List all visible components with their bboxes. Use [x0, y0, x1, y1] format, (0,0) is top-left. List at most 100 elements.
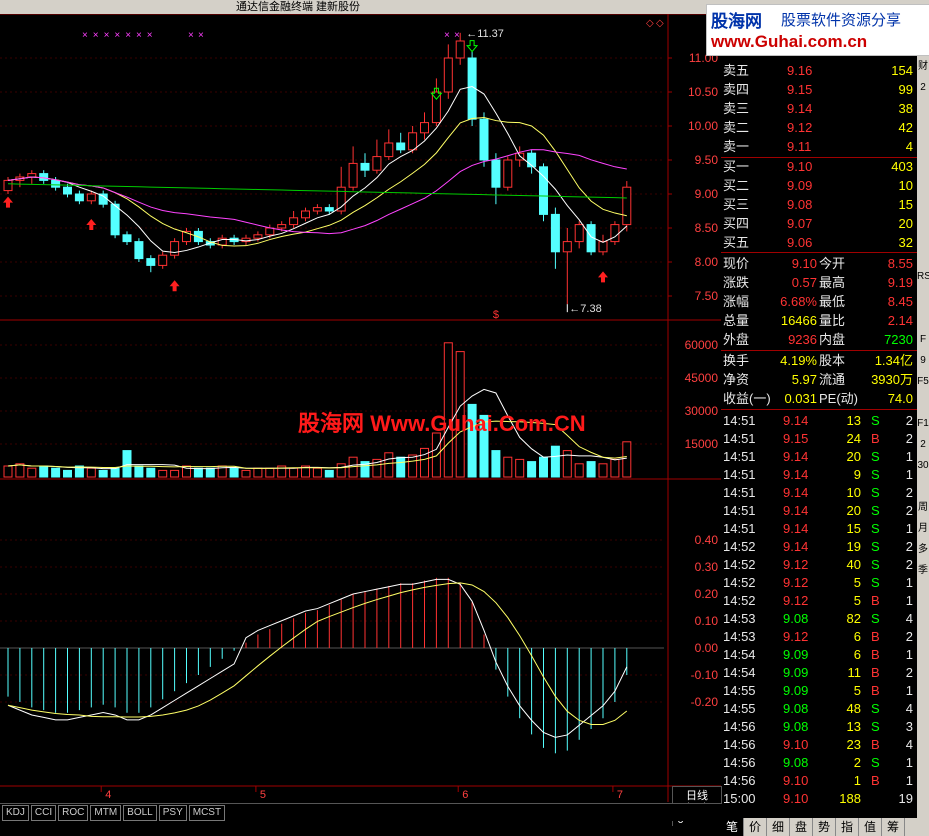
sidebar-button[interactable]: 2	[917, 434, 929, 455]
candle-body[interactable]	[396, 142, 406, 151]
volume-bar[interactable]	[420, 447, 429, 478]
volume-bar[interactable]	[491, 450, 501, 478]
volume-bar[interactable]	[586, 461, 596, 478]
sidebar-button[interactable]	[917, 98, 929, 119]
candle-body[interactable]	[39, 173, 49, 181]
candle-body[interactable]	[86, 193, 96, 202]
candle-body[interactable]	[348, 162, 358, 188]
candle-body[interactable]	[158, 254, 168, 266]
tick-row[interactable]: 15:00 9.10 188 19	[721, 790, 917, 808]
candle-body[interactable]	[324, 207, 334, 212]
panel-tab[interactable]: 值	[859, 818, 882, 836]
tick-row[interactable]: 14:56 9.10 23 B 4	[721, 736, 917, 754]
sidebar-button[interactable]	[917, 140, 929, 161]
tick-row[interactable]: 14:51 9.14 10 S 2	[721, 484, 917, 502]
tick-row[interactable]: 14:51 9.14 13 S 2	[721, 412, 917, 430]
volume-bar[interactable]	[193, 467, 203, 478]
fundamental-row[interactable]: 收益(一) 0.031 PE(动) 74.0	[721, 390, 917, 408]
buy-level-row[interactable]: 买一 9.10 403	[721, 158, 917, 176]
panel-tab[interactable]: 笔	[721, 818, 744, 836]
tick-row[interactable]: 14:54 9.09 11 B 2	[721, 664, 917, 682]
tick-row[interactable]: 14:53 9.08 82 S 4	[721, 610, 917, 628]
sidebar-button[interactable]	[917, 476, 929, 497]
candle-body[interactable]	[503, 159, 513, 188]
sidebar-button[interactable]: 财	[917, 56, 929, 77]
indicator-tab-boll[interactable]: BOLL	[123, 805, 157, 821]
sidebar-button[interactable]	[917, 119, 929, 140]
panel-tab[interactable]: 指	[836, 818, 859, 836]
volume-bar[interactable]	[158, 469, 168, 478]
candle-body[interactable]	[253, 234, 263, 239]
candle-body[interactable]	[455, 40, 465, 59]
sidebar-button[interactable]	[917, 392, 929, 413]
volume-bar[interactable]	[134, 465, 144, 478]
volume-bar[interactable]	[146, 467, 156, 478]
sidebar-button[interactable]	[917, 287, 929, 308]
tick-row[interactable]: 14:55 9.08 48 S 4	[721, 700, 917, 718]
candle-body[interactable]	[110, 203, 120, 236]
volume-bar[interactable]	[312, 467, 322, 478]
panel-tab[interactable]: 势	[813, 818, 836, 836]
panel-tab[interactable]: 细	[767, 818, 790, 836]
sidebar-button[interactable]	[917, 161, 929, 182]
volume-bar[interactable]	[205, 467, 215, 478]
candle-body[interactable]	[527, 152, 537, 168]
candle-body[interactable]	[265, 227, 275, 236]
tick-row[interactable]: 14:51 9.14 9 S 1	[721, 466, 917, 484]
volume-bar[interactable]	[503, 456, 513, 478]
tick-row[interactable]: 14:52 9.12 5 B 1	[721, 592, 917, 610]
tick-row[interactable]: 14:55 9.09 5 B 1	[721, 682, 917, 700]
tick-row[interactable]: 14:51 9.14 20 S 1	[721, 448, 917, 466]
volume-bar[interactable]	[598, 463, 608, 478]
volume-bar[interactable]	[408, 454, 418, 478]
function-sidebar[interactable]: 财 2 RS F 9 F5 F1 2 30 周月多季	[917, 56, 929, 836]
sidebar-button[interactable]	[917, 602, 929, 623]
candle-body[interactable]	[170, 241, 180, 256]
quote-row[interactable]: 总量 16466 量比 2.14	[721, 312, 917, 330]
sidebar-button[interactable]	[917, 623, 929, 644]
candle-body[interactable]	[372, 156, 382, 171]
volume-bar[interactable]	[241, 469, 251, 478]
buy-level-row[interactable]: 买三 9.08 15	[721, 196, 917, 214]
candle-body[interactable]	[134, 241, 144, 260]
sell-level-row[interactable]: 卖三 9.14 38	[721, 100, 917, 118]
panel-tab[interactable]: 筹	[882, 818, 905, 836]
candle-body[interactable]	[443, 57, 453, 93]
volume-bar[interactable]	[63, 469, 72, 478]
tick-row[interactable]: 14:56 9.08 13 S 3	[721, 718, 917, 736]
indicator-tab-roc[interactable]: ROC	[58, 805, 89, 821]
quote-row[interactable]: 外盘 9236 内盘 7230	[721, 331, 917, 349]
tick-row[interactable]: 14:56 9.08 2 S 1	[721, 754, 917, 772]
candle-body[interactable]	[301, 210, 310, 219]
quote-row[interactable]: 现价 9.10 今开 8.55	[721, 255, 917, 273]
brand-logo[interactable]: 股海网 股票软件资源分享 www.Guhai.com.cn	[706, 4, 929, 56]
sidebar-button[interactable]	[917, 224, 929, 245]
volume-bar[interactable]	[324, 469, 334, 478]
candle-body[interactable]	[122, 234, 132, 243]
sidebar-button[interactable]	[917, 308, 929, 329]
buy-level-row[interactable]: 买二 9.09 10	[721, 177, 917, 195]
volume-bar[interactable]	[515, 458, 525, 478]
sell-level-row[interactable]: 卖五 9.16 154	[721, 62, 917, 80]
volume-bar[interactable]	[527, 461, 537, 478]
buy-level-row[interactable]: 买四 9.07 20	[721, 215, 917, 233]
sidebar-button[interactable]	[917, 182, 929, 203]
indicator-tab-psy[interactable]: PSY	[158, 805, 187, 821]
candle-body[interactable]	[51, 179, 61, 188]
indicator-tab-mcst[interactable]: MCST	[188, 805, 226, 821]
volume-bar[interactable]	[289, 467, 299, 478]
quote-row[interactable]: 涨幅 6.68% 最低 8.45	[721, 293, 917, 311]
volume-bar[interactable]	[15, 463, 25, 478]
sidebar-button[interactable]	[917, 203, 929, 224]
volume-bar[interactable]	[3, 465, 13, 478]
indicator-tab-kdj[interactable]: KDJ	[2, 805, 29, 821]
tick-row[interactable]: 14:52 9.12 5 S 1	[721, 574, 917, 592]
volume-bar[interactable]	[98, 469, 108, 478]
volume-bar[interactable]	[610, 458, 620, 478]
candle-body[interactable]	[360, 162, 370, 171]
tick-row[interactable]: 14:51 9.15 24 B 2	[721, 430, 917, 448]
candle-body[interactable]	[574, 224, 584, 243]
candle-body[interactable]	[3, 179, 13, 192]
volume-bar[interactable]	[170, 469, 180, 478]
volume-bar[interactable]	[539, 456, 548, 478]
